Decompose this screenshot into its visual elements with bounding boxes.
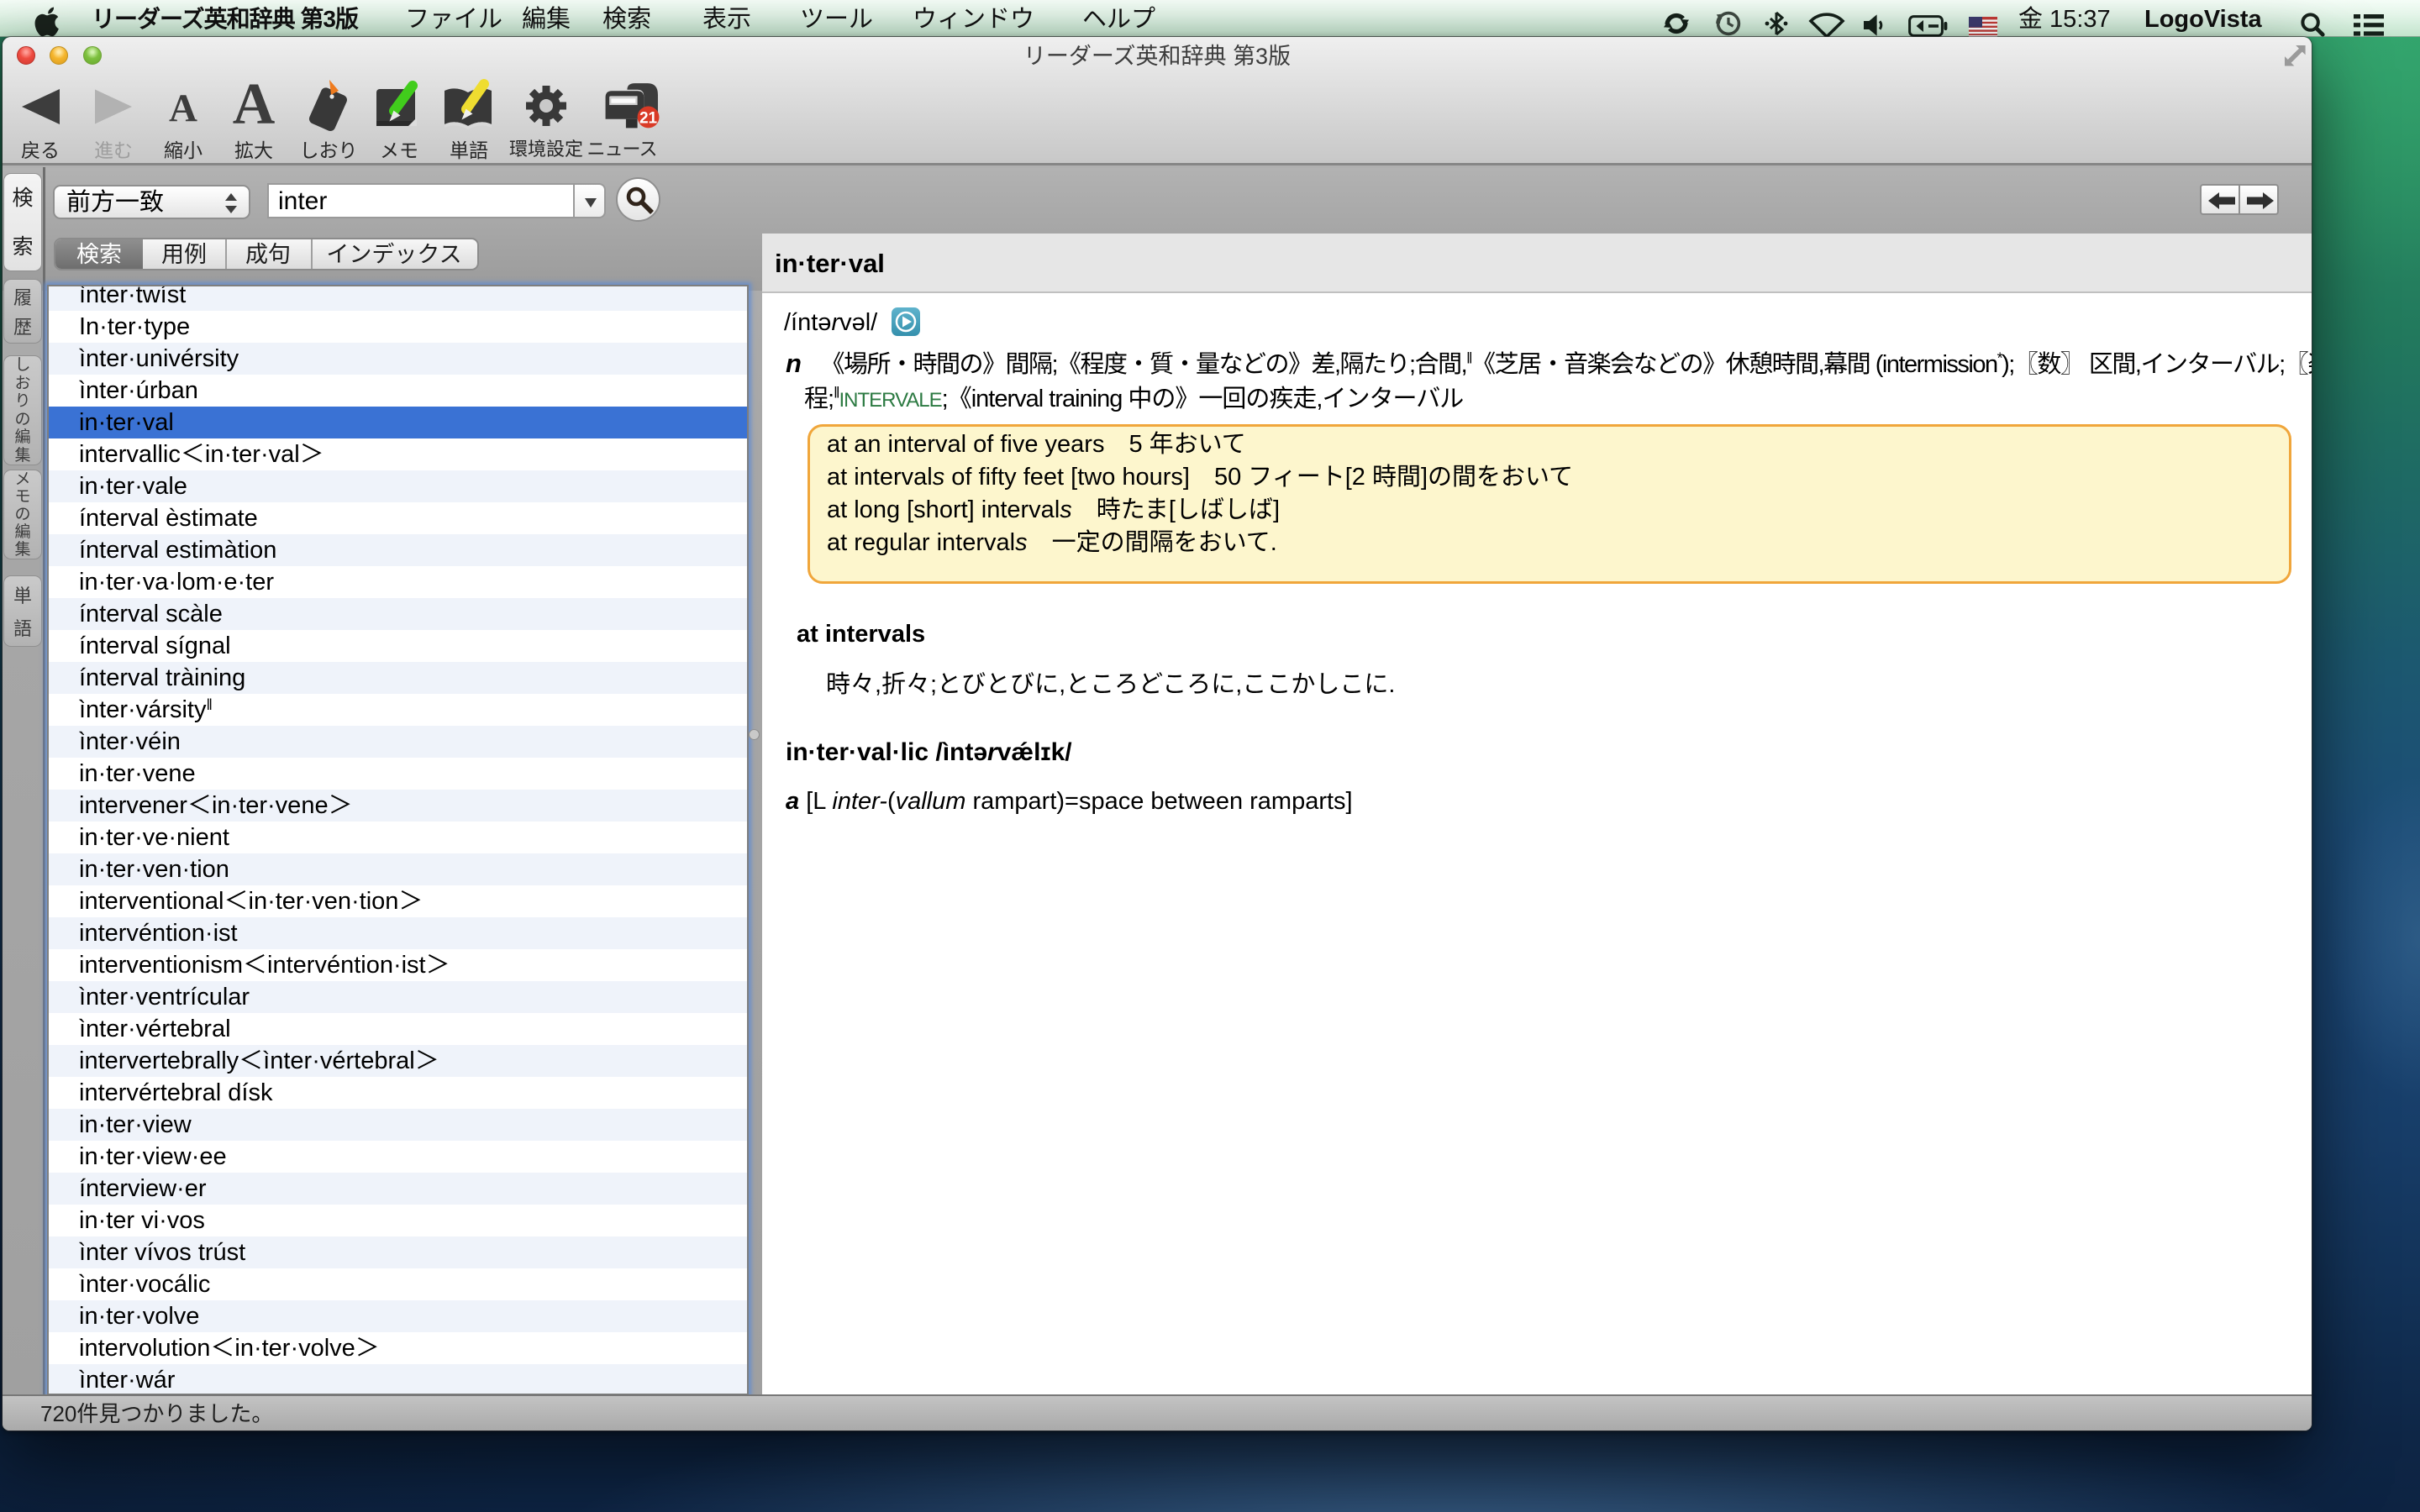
svg-text:21: 21 <box>639 109 658 127</box>
